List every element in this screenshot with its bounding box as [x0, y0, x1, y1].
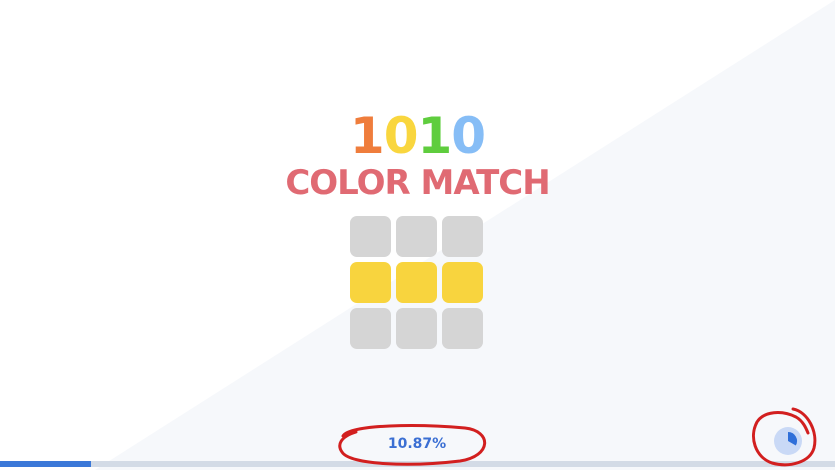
grid-cell-gray — [396, 308, 437, 349]
logo-block-grid — [350, 216, 486, 352]
grid-cell-gray — [350, 216, 391, 257]
grid-cell-gray — [442, 308, 483, 349]
title-digit: 0 — [451, 107, 486, 165]
title-digit: 1 — [417, 107, 453, 165]
grid-cell-gray — [350, 308, 391, 349]
title-digit: 1 — [349, 107, 385, 165]
grid-cell-yellow — [442, 262, 483, 303]
grid-cell-gray — [442, 216, 483, 257]
loading-progress-fill — [0, 461, 91, 467]
game-subtitle: COLOR MATCH — [285, 163, 550, 203]
game-title-1010: 1010 — [0, 108, 835, 164]
title-digit: 0 — [383, 107, 419, 165]
loading-percentage: 10.87% — [387, 436, 447, 452]
grid-cell-gray — [396, 216, 437, 257]
grid-cell-yellow — [396, 262, 437, 303]
grid-cell-yellow — [350, 262, 391, 303]
loading-spinner-icon — [774, 427, 802, 455]
loading-progress-bar — [0, 461, 835, 467]
